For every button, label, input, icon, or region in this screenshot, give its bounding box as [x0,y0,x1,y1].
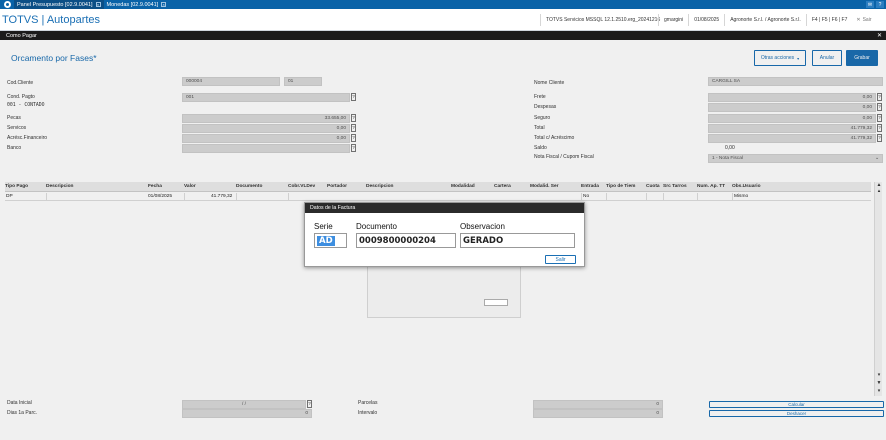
tab-label: Panel Presupuesto [02.9.0041] [17,1,93,8]
exit-label: Sair [862,16,872,23]
window-title: Como Pagar [6,32,37,39]
serie-input[interactable]: AD [314,233,347,248]
dialog-title: Datos de la Factura [305,203,584,213]
brand-title: TOTVS | Autopartes [2,13,101,26]
totvs-logo-icon [0,0,14,9]
environment-info[interactable]: TOTVS Servicios MSSQL 12.1.2510.erg_2024… [540,13,660,26]
exit-dialog-button[interactable]: Salir [545,255,576,264]
tab-panel-presupuesto[interactable]: Panel Presupuesto [02.9.0041] × [14,0,104,9]
background-dialog-button [484,299,508,306]
shortcut-keys[interactable]: F4 | F5 | F6 | F7 [805,13,853,26]
close-tab-icon[interactable]: × [161,2,167,7]
mail-icon[interactable]: ✉ [866,1,874,8]
documento-label: Documento [356,222,397,231]
company-info[interactable]: Agronorte S.r.l. / Agronorte S.r.l. [724,13,806,26]
observacion-label: Observacion [460,222,505,231]
observacion-input[interactable]: GERADO [460,233,575,248]
documento-input[interactable]: 0009800000204 [356,233,456,248]
close-icon: ✕ [856,16,861,23]
window-title-bar: Como Pagar ✕ [0,31,886,40]
user-info[interactable]: gmargini [658,13,688,26]
top-tab-bar: Panel Presupuesto [02.9.0041] × Monedas … [0,0,886,9]
invoice-data-dialog: Datos de la Factura Serie AD Documento 0… [304,202,585,267]
close-window-icon[interactable]: ✕ [877,32,882,39]
serie-label: Serie [314,222,333,231]
app-header: TOTVS | Autopartes TOTVS Servicios MSSQL… [0,9,886,31]
main-form: Orcamento por Fases* Otras acciones ▾ An… [0,40,886,440]
help-icon[interactable]: ? [876,1,884,8]
tab-monedas[interactable]: Monedas [02.9.0041] × [104,0,170,9]
tab-label: Monedas [02.9.0041] [106,1,159,8]
close-tab-icon[interactable]: × [95,2,101,7]
serie-value: AD [317,235,335,246]
exit-button[interactable]: ✕ Sair [856,17,871,23]
date-info[interactable]: 01/08/2025 [688,13,724,26]
